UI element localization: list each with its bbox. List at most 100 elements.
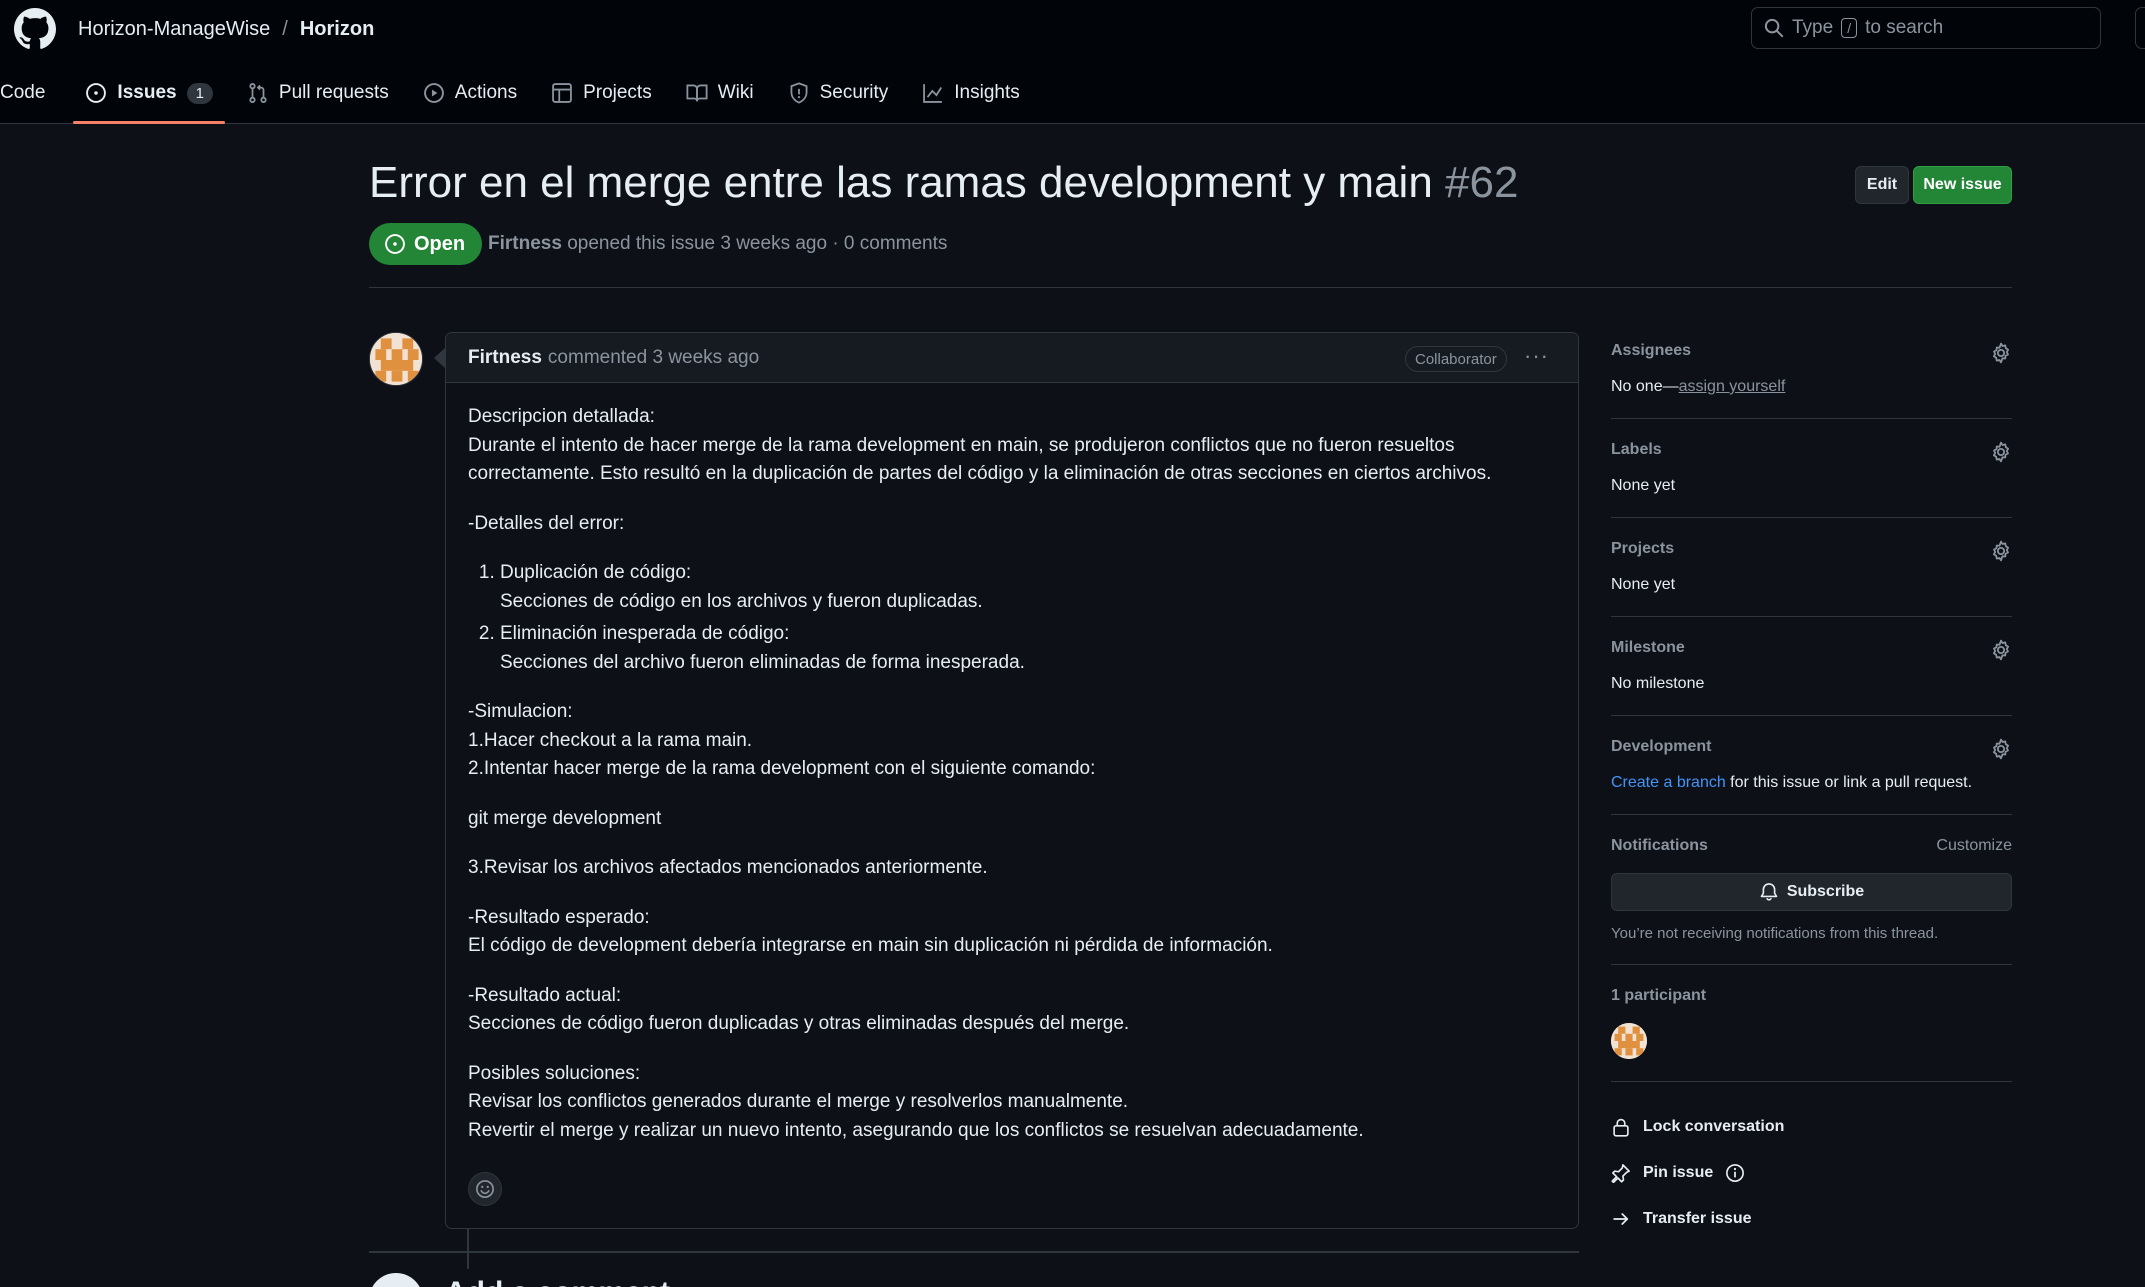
tab-actions[interactable]: Actions xyxy=(411,70,529,116)
github-logo-icon[interactable] xyxy=(14,8,56,50)
tab-insights[interactable]: Insights xyxy=(910,70,1031,116)
development-text: for this issue or link a pull request. xyxy=(1725,774,1973,791)
gear-icon[interactable] xyxy=(1990,639,2012,661)
list-item-title: Duplicación de código: xyxy=(500,562,692,583)
sidebar-labels: Labels None yet xyxy=(1611,441,2012,518)
customize-link[interactable]: Customize xyxy=(1936,837,2012,855)
expected-text: El código de development debería integra… xyxy=(468,935,1273,956)
issue-author-link[interactable]: Firtness xyxy=(488,233,562,254)
lock-conversation-label: Lock conversation xyxy=(1643,1118,1785,1135)
breadcrumb: Horizon-ManageWise / Horizon xyxy=(78,18,374,41)
sidebar-notifications: Notifications Customize Subscribe You’re… xyxy=(1611,837,2012,965)
transfer-issue-label: Transfer issue xyxy=(1643,1210,1752,1227)
list-item-title: Eliminación inesperada de código: xyxy=(500,623,790,644)
subscribe-label: Subscribe xyxy=(1786,883,1865,900)
lock-conversation-button[interactable]: Lock conversation xyxy=(1611,1104,2012,1150)
lock-icon xyxy=(1613,1118,1629,1137)
repo-link[interactable]: Horizon xyxy=(300,18,374,41)
sidebar-title: Development xyxy=(1611,738,1712,755)
edit-button[interactable]: Edit xyxy=(1855,166,1909,204)
assign-yourself-link[interactable]: assign yourself xyxy=(1679,378,1786,395)
sidebar-title: Projects xyxy=(1611,540,1675,557)
expected-heading: -Resultado esperado: xyxy=(468,906,650,928)
search-suffix: to search xyxy=(1865,17,1944,38)
new-issue-button[interactable]: New issue xyxy=(1913,166,2012,204)
solutions-block: Posibles soluciones: Revisar los conflic… xyxy=(468,1060,1556,1146)
comment-author-link[interactable]: Firtness xyxy=(468,347,542,369)
solution-item: Revertir el merge y realizar un nuevo in… xyxy=(468,1119,1364,1141)
search-icon xyxy=(1764,18,1784,38)
identicon-icon xyxy=(370,333,422,385)
header-button-partial[interactable] xyxy=(2135,7,2145,49)
sidebar-title: 1 participant xyxy=(1611,987,1707,1004)
play-icon xyxy=(423,83,444,103)
list-item: Duplicación de código: Secciones de códig… xyxy=(500,559,1556,616)
sidebar-assignees: Assignees No one—assign yourself xyxy=(1611,342,2012,419)
gear-icon[interactable] xyxy=(1990,342,2012,364)
add-comment-heading: Add a comment xyxy=(445,1276,670,1287)
sidebar-title: Assignees xyxy=(1611,342,1692,359)
sidebar-development: Development Create a branch for this iss… xyxy=(1611,738,2012,815)
actual-text: Secciones de código fueron duplicadas y … xyxy=(468,1013,1130,1034)
tab-code-label: Code xyxy=(0,82,46,103)
tab-projects[interactable]: Projects xyxy=(539,70,664,116)
info-icon[interactable] xyxy=(1725,1163,1745,1183)
gear-icon[interactable] xyxy=(1990,441,2012,463)
create-branch-link[interactable]: Create a branch xyxy=(1611,774,1726,791)
collaborator-badge: Collaborator xyxy=(1405,346,1507,372)
sidebar-title: Labels xyxy=(1611,441,1662,458)
arrow-right-icon xyxy=(1613,1213,1629,1225)
subscribe-button[interactable]: Subscribe xyxy=(1611,873,2012,911)
graph-icon xyxy=(923,84,943,103)
top-header: Horizon-ManageWise / Horizon Type / to s… xyxy=(0,0,2145,124)
timeline-divider xyxy=(369,1251,1579,1253)
table-icon xyxy=(552,83,572,103)
simulation-block: -Simulacion: 1.Hacer checkout a la rama … xyxy=(468,698,1556,784)
gear-icon[interactable] xyxy=(1990,738,2012,760)
comment-options-button[interactable]: ··· xyxy=(1524,343,1549,369)
search-shortcut-key: / xyxy=(1841,18,1858,38)
book-icon xyxy=(686,84,708,102)
details-heading: -Detalles del error: xyxy=(468,512,625,534)
issue-title: Error en el merge entre las ramas develo… xyxy=(369,158,1518,208)
gear-icon[interactable] xyxy=(1990,540,2012,562)
issue-state-label: Open xyxy=(414,232,466,255)
tab-wiki[interactable]: Wiki xyxy=(674,70,766,116)
bell-icon xyxy=(1760,883,1778,901)
add-reaction-button[interactable] xyxy=(468,1172,502,1206)
comment-paragraph: Descripcion detallada: Durante el intent… xyxy=(468,403,1556,489)
search-input[interactable]: Type / to search xyxy=(1751,7,2101,49)
issues-count-badge: 1 xyxy=(186,82,213,104)
search-prefix: Type xyxy=(1792,17,1834,38)
transfer-issue-button[interactable]: Transfer issue xyxy=(1611,1196,2012,1242)
sidebar-actions: Lock conversation Pin issue Transfer iss… xyxy=(1611,1104,2012,1242)
issue-meta-text: opened this issue 3 weeks ago · 0 commen… xyxy=(567,233,948,254)
tab-issues-label: Issues xyxy=(117,82,177,103)
issue-comment: Firtness commented 3 weeks ago Collabora… xyxy=(445,332,1579,1229)
milestone-value: No milestone xyxy=(1611,675,1705,692)
simulation-step: 1.Hacer checkout a la rama main. xyxy=(468,729,753,751)
tab-issues[interactable]: Issues 1 xyxy=(73,70,225,124)
issue-opened-icon xyxy=(86,83,107,103)
tab-pull-requests[interactable]: Pull requests xyxy=(235,70,401,116)
list-item-desc: Secciones del archivo fueron eliminadas … xyxy=(500,651,1025,673)
identicon-icon xyxy=(1611,1023,1647,1059)
tab-security[interactable]: Security xyxy=(776,70,901,116)
comment-timestamp[interactable]: commented 3 weeks ago xyxy=(548,347,759,369)
owner-link[interactable]: Horizon-ManageWise xyxy=(78,18,270,41)
pin-issue-button[interactable]: Pin issue xyxy=(1611,1150,2012,1196)
avatar[interactable] xyxy=(369,332,423,386)
issue-state-badge: Open xyxy=(369,223,483,265)
tab-pull-requests-label: Pull requests xyxy=(278,82,389,103)
simulation-step: 2.Intentar hacer merge de la rama develo… xyxy=(468,758,1096,779)
description-text: Durante el intento de hacer merge de la … xyxy=(468,434,1492,485)
tab-actions-label: Actions xyxy=(454,82,518,103)
sidebar-projects: Projects None yet xyxy=(1611,540,2012,617)
participant-avatar[interactable] xyxy=(1611,1023,1647,1059)
issue-sidebar: Assignees No one—assign yourself Labels … xyxy=(1611,342,2012,1242)
list-item: Eliminación inesperada de código: Seccion… xyxy=(500,620,1556,677)
projects-value: None yet xyxy=(1611,576,1676,593)
issue-opened-icon xyxy=(385,234,405,254)
sidebar-milestone: Milestone No milestone xyxy=(1611,639,2012,716)
tab-code[interactable]: Code xyxy=(0,70,57,116)
